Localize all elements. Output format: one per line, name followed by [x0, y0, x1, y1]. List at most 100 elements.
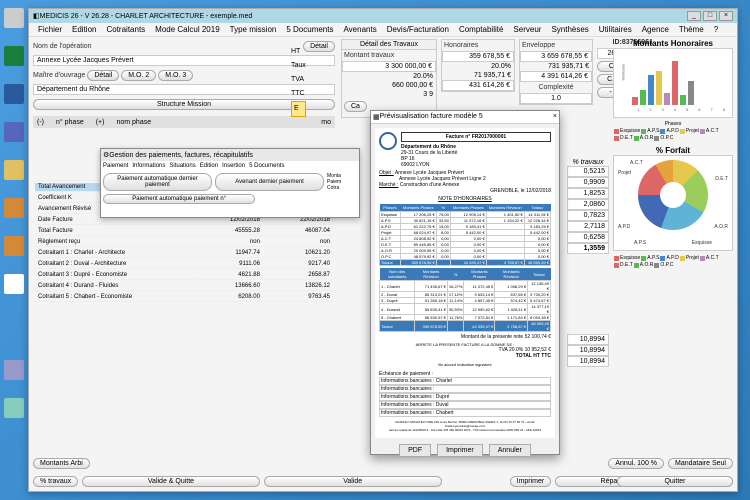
env-v2: 731 935,71 €: [520, 62, 592, 71]
desktop-icon[interactable]: [2, 198, 26, 220]
menu-fichier[interactable]: Fichier: [33, 23, 67, 36]
minimize-button[interactable]: _: [687, 11, 701, 21]
inv-imprimer-button[interactable]: Imprimer: [437, 444, 483, 457]
chart1-title: Montants Honoraires: [613, 39, 733, 48]
taux-label: Taux: [291, 59, 306, 73]
chart1-legend: Esquisse A.P.S A.P.D Projet A.C.T D.E.T …: [613, 127, 733, 142]
travaux-ttc: 660 000,00 €: [342, 81, 436, 90]
avenant-dernier-button[interactable]: Avenant dernier paiement: [215, 173, 324, 191]
desktop-icon[interactable]: [2, 46, 26, 68]
chart2-title: % Forfait: [613, 146, 733, 155]
row-label: Cotraitant 2 : Duval - Architecture: [35, 260, 193, 269]
dlg-menu-docs[interactable]: 5 Documents: [249, 163, 284, 169]
app-icon: ◧: [33, 12, 40, 20]
ttc-label: TTC: [291, 87, 306, 101]
mo2-button[interactable]: M.O. 2: [121, 70, 156, 81]
desktop-icon[interactable]: [2, 236, 26, 258]
menu-syntheses[interactable]: Synthèses: [546, 23, 593, 36]
dlg-menu-edition[interactable]: Edition: [200, 163, 218, 169]
menu-cotraitants[interactable]: Cotraitants: [101, 23, 150, 36]
honor-header: Honoraires: [442, 40, 514, 51]
honor-v3: 71 935,71 €: [442, 71, 514, 80]
pdf-button[interactable]: PDF: [399, 444, 431, 457]
window-title: MEDICIS 26 - V 26.28 - CHARLET ARCHITECT…: [40, 13, 253, 20]
row-label: Cotraitant 1 : Charlet - Architecte: [35, 249, 193, 258]
auto-dernier-button[interactable]: Paiement automatique dernier paiement: [103, 173, 212, 191]
menu-avenants[interactable]: Avenants: [338, 23, 381, 36]
invoice-cotraitants-table: Nom des cotraitantsMontants Révision%Mon…: [379, 268, 551, 332]
valide-button[interactable]: Valide: [264, 476, 442, 487]
montants-arbi-button[interactable]: Montants Arbi: [33, 458, 90, 469]
invoice-body: Facture n° FR2017000001 Département du R…: [375, 128, 555, 438]
env-v3: 4 391 614,26 €: [520, 71, 592, 82]
cancel-button[interactable]: Ca: [344, 101, 367, 112]
valide-quitte-button[interactable]: Valide & Quitte: [82, 476, 260, 487]
menu-devis[interactable]: Devis/Facturation: [382, 23, 454, 36]
phase-header: (-) n° phase (+) nom phase mo: [33, 116, 335, 128]
complexite-value[interactable]: 1.0: [520, 93, 592, 104]
mandataire-button[interactable]: Mandataire Seul: [668, 458, 733, 469]
desktop-icon[interactable]: [2, 360, 26, 382]
inv-annuler-button[interactable]: Annuler: [489, 444, 531, 457]
ht-label: HT: [291, 45, 306, 59]
annul-button[interactable]: Annul. 100 %: [608, 458, 664, 469]
nom-operation-value[interactable]: Annexe Lycée Jacques Prévert: [33, 55, 335, 66]
phase-plus[interactable]: (+): [96, 119, 105, 126]
desktop-icon[interactable]: [2, 122, 26, 144]
travaux-header: Détail des Travaux: [342, 40, 436, 50]
structure-mission-button[interactable]: Structure Mission: [33, 99, 335, 110]
menu-compta[interactable]: Comptabilité: [454, 23, 508, 36]
menu-edition[interactable]: Edition: [67, 23, 101, 36]
row-label: Total Facture: [35, 227, 193, 236]
maximize-button[interactable]: □: [703, 11, 717, 21]
invoice-phases-table: PhasesMontants Phases%Montants PhasesMon…: [379, 204, 551, 266]
dlg-menu-insertion[interactable]: Insertion: [222, 163, 245, 169]
mo3-button[interactable]: M.O. 3: [158, 70, 193, 81]
desktop-icon[interactable]: [2, 8, 26, 30]
inv-close-button[interactable]: ×: [553, 113, 557, 121]
desktop-icon[interactable]: [2, 84, 26, 106]
payments-dialog-menu: Paiement Informations Situations Edition…: [101, 161, 359, 171]
payments-dialog-title: Gestion des paiements, factures, récapit…: [109, 152, 253, 159]
close-button[interactable]: ×: [719, 11, 733, 21]
montant-travaux-label: Montant travaux: [342, 50, 436, 61]
invoice-preview-window: ▦ Prévisualisation facture modèle 5 × Fa…: [370, 110, 560, 455]
phase-mo-label: mo: [321, 119, 331, 126]
pie-chart: A.C.T D.E.T A.O.R A.P.D A.P.S Esquisse P…: [613, 155, 733, 251]
payments-dialog: ⚙ Gestion des paiements, factures, récap…: [100, 148, 360, 218]
menu-theme[interactable]: Thème: [674, 23, 709, 36]
menu-utilitaires[interactable]: Utilitaires: [594, 23, 637, 36]
travaux-pct: 20.0%: [342, 72, 436, 81]
maitre-ouvrage-value[interactable]: Département du Rhône: [33, 84, 335, 95]
quitter-button[interactable]: Quitter: [617, 476, 733, 487]
complexite-label: Complexité: [520, 82, 592, 93]
desktop-icon[interactable]: [2, 274, 26, 296]
menu-documents[interactable]: 5 Documents: [281, 23, 338, 36]
desktop-icon[interactable]: [2, 398, 26, 420]
imprimer-button[interactable]: Imprimer: [510, 476, 552, 487]
montant-travaux-value[interactable]: 3 300 000,00 €: [342, 61, 436, 72]
maitre-ouvrage-label: Maître d'ouvrage: [33, 72, 85, 79]
menu-agence[interactable]: Agence: [637, 23, 674, 36]
dlg-menu-paiement[interactable]: Paiement: [103, 163, 128, 169]
phase-num-label: n° phase: [56, 119, 84, 126]
chart2-legend: Esquisse A.P.S A.P.D Projet A.C.T D.E.T …: [613, 254, 733, 269]
row-label: Cotraitant 5 : Chabert - Economiste: [35, 293, 193, 302]
row-label: Cotraitant 3 : Dupré - Economiste: [35, 271, 193, 280]
mo-detail-button[interactable]: Détail: [87, 70, 119, 81]
menu-type-mission[interactable]: Type mission: [225, 23, 282, 36]
auto-paiement-n-button[interactable]: Paiement automatique paiement n°: [103, 194, 255, 204]
menu-mode-calcul[interactable]: Mode Calcul 2019: [150, 23, 224, 36]
menu-help[interactable]: ?: [709, 23, 723, 36]
phase-minus[interactable]: (-): [37, 119, 44, 126]
menubar: Fichier Edition Cotraitants Mode Calcul …: [29, 23, 737, 37]
honor-v4: 431 614,26 €: [442, 80, 514, 91]
dlg-menu-situations[interactable]: Situations: [169, 163, 195, 169]
menu-serveur[interactable]: Serveur: [508, 23, 546, 36]
travaux-row3: 3 9: [342, 90, 436, 99]
dlg-menu-info[interactable]: Informations: [132, 163, 165, 169]
detail-button[interactable]: Détail: [303, 41, 335, 52]
desktop-icon[interactable]: [2, 160, 26, 182]
pct-travaux-button[interactable]: % travaux: [33, 476, 78, 487]
invoice-title: Prévisualisation facture modèle 5: [380, 113, 483, 121]
